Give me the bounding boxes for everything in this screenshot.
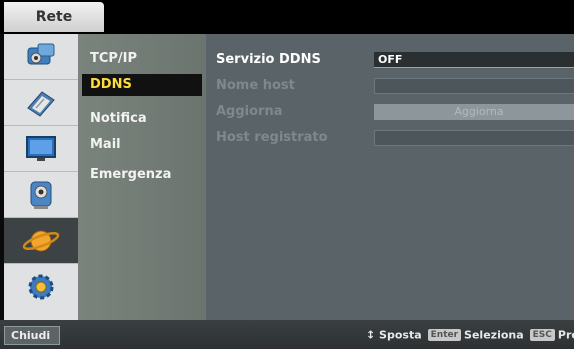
top-bar: Rete — [0, 0, 574, 34]
enter-key-badge: Enter — [427, 329, 462, 341]
sidebar-item-camera[interactable] — [4, 34, 78, 80]
prev-hint: Prec — [557, 328, 574, 342]
registered-host-field — [374, 130, 574, 146]
category-sidebar — [4, 34, 78, 320]
update-label: Aggiorna — [216, 104, 283, 119]
disk-icon — [27, 90, 55, 117]
submenu-item-emergenza[interactable]: Emergenza — [82, 164, 202, 186]
key-hints: ↕ Sposta EnterSeleziona ESCPrec — [366, 328, 574, 342]
network-globe-icon — [22, 230, 60, 251]
close-button[interactable]: Chiudi — [4, 326, 60, 345]
host-name-field[interactable] — [374, 78, 574, 94]
submenu-item-tcpip[interactable]: TCP/IP — [82, 48, 202, 70]
submenu-item-ddns[interactable]: DDNS — [82, 74, 202, 96]
update-row: Aggiorna Aggiorna — [216, 102, 574, 122]
registered-host-row: Host registrato — [216, 128, 574, 148]
footer-bar: Chiudi ↕ Sposta EnterSeleziona ESCPrec — [0, 320, 574, 349]
host-name-label: Nome host — [216, 78, 295, 93]
move-hint: ↕ Sposta — [366, 328, 422, 342]
submenu: TCP/IP DDNS Notifica Mail Emergenza — [78, 34, 206, 320]
ddns-service-label: Servizio DDNS — [216, 52, 321, 67]
submenu-item-notifica[interactable]: Notifica — [82, 108, 202, 130]
sidebar-item-system[interactable] — [4, 264, 78, 310]
registered-host-label: Host registrato — [216, 130, 328, 145]
tab-rete[interactable]: Rete — [4, 2, 104, 32]
sidebar-item-storage[interactable] — [4, 80, 78, 126]
sidebar-item-record[interactable] — [4, 172, 78, 218]
update-button[interactable]: Aggiorna — [374, 104, 574, 120]
sidebar-item-display[interactable] — [4, 126, 78, 172]
select-hint: Seleziona — [464, 328, 524, 342]
network-camera-icon — [27, 43, 55, 64]
settings-panel: Servizio DDNS OFF Nome host Aggiorna Agg… — [206, 34, 574, 320]
sidebar-item-network[interactable] — [4, 218, 78, 264]
ddns-service-select[interactable]: OFF — [374, 52, 574, 68]
host-name-row: Nome host — [216, 76, 574, 96]
esc-key-badge: ESC — [529, 329, 555, 341]
camera-record-icon — [30, 181, 52, 209]
monitor-icon — [26, 135, 56, 161]
system-gear-icon — [28, 274, 54, 300]
ddns-service-row: Servizio DDNS OFF — [216, 50, 574, 70]
submenu-item-mail[interactable]: Mail — [82, 134, 202, 156]
